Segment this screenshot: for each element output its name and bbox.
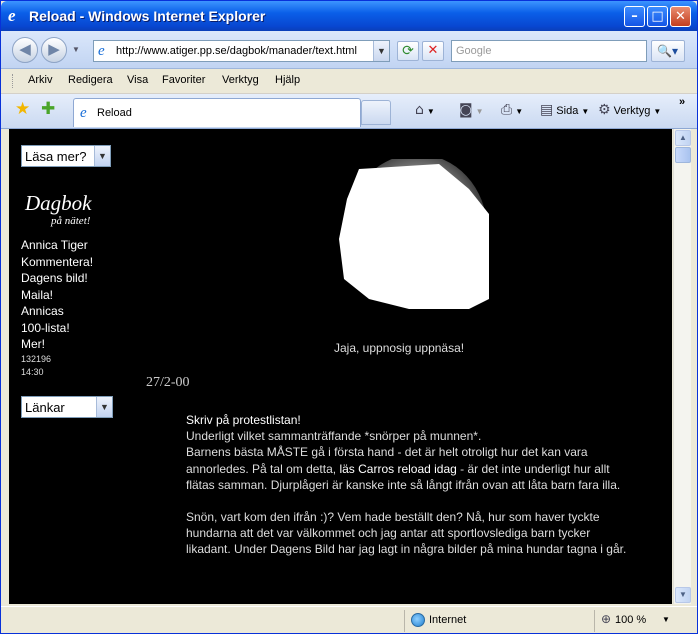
side-nav: Annica Tiger Kommentera! Dagens bild! Ma…: [21, 237, 93, 379]
address-dropdown-icon[interactable]: ▼: [373, 41, 389, 61]
internet-explorer-icon: e: [8, 6, 16, 25]
photo-caption: Jaja, uppnosig uppnäsa!: [334, 341, 465, 355]
menu-visa[interactable]: Visa: [127, 74, 148, 86]
zoom-dropdown-icon[interactable]: ▼: [662, 615, 670, 624]
print-button[interactable]: ⎙ ▼: [501, 102, 523, 118]
browser-window: e Reload - Windows Internet Explorer – □…: [0, 0, 698, 634]
links-value: Länkar: [25, 400, 65, 415]
home-icon: ⌂: [415, 102, 424, 118]
zoom-level[interactable]: 100 %: [615, 614, 646, 626]
logo-title: Dagbok: [25, 191, 92, 215]
nav-link-annicas[interactable]: Annicas: [21, 303, 93, 320]
scroll-thumb[interactable]: [675, 147, 691, 163]
address-field[interactable]: e http://www.atiger.pp.se/dagbok/manader…: [93, 40, 390, 62]
menu-favoriter[interactable]: Favoriter: [162, 74, 205, 86]
home-button[interactable]: ⌂ ▼: [415, 102, 435, 118]
chevron-down-icon[interactable]: ▼: [96, 397, 112, 417]
logo-subtitle: på nätet!: [51, 215, 91, 227]
menu-verktyg[interactable]: Verktyg: [222, 74, 259, 86]
page-menu-button[interactable]: ▤ Sida ▼: [540, 102, 589, 118]
stop-button[interactable]: ✕: [422, 41, 444, 61]
tab-bar: ★ ✚ e Reload ⌂ ▼ ◙ ▼ ⎙ ▼ ▤ Sida ▼ ⚙ Verktyg ▼…: [1, 94, 697, 129]
toolbar-grip[interactable]: [12, 74, 15, 88]
scroll-down-button[interactable]: ▼: [675, 587, 691, 603]
tab-page-icon: e: [80, 105, 87, 121]
search-button[interactable]: 🔍▾: [651, 40, 685, 62]
window-title: Reload - Windows Internet Explorer: [29, 8, 266, 24]
read-more-value: Läsa mer?: [25, 149, 87, 164]
visitor-counter: 132196: [21, 353, 52, 364]
tab-reload[interactable]: e Reload: [73, 98, 361, 127]
zoom-icon[interactable]: ⊕: [601, 612, 611, 626]
search-placeholder: Google: [456, 45, 492, 57]
feeds-icon: ◙: [459, 102, 473, 118]
links-select[interactable]: Länkar ▼: [21, 396, 113, 418]
entry-date: 27/2-00: [146, 375, 190, 390]
nav-link-dagens-bild[interactable]: Dagens bild!: [21, 270, 93, 287]
globe-icon: [411, 613, 425, 627]
maximize-button[interactable]: □: [647, 6, 668, 27]
title-bar[interactable]: e Reload - Windows Internet Explorer – □…: [1, 1, 697, 31]
page-icon: ▤: [540, 102, 554, 118]
close-button[interactable]: ✕: [670, 6, 691, 27]
nav-link-annica-tiger[interactable]: Annica Tiger: [21, 237, 93, 254]
forward-button[interactable]: ▶: [41, 37, 67, 63]
menu-hjalp[interactable]: Hjälp: [275, 74, 300, 86]
status-divider: [404, 610, 405, 632]
page-viewport: Läsa mer? ▼ Dagbok på nätet! Annica Tige…: [9, 129, 672, 604]
minimize-button[interactable]: –: [624, 6, 645, 27]
gear-icon: ⚙: [598, 102, 611, 118]
print-icon: ⎙: [501, 102, 513, 118]
menu-redigera[interactable]: Redigera: [68, 74, 113, 86]
status-bar: Internet ⊕ 100 % ▼: [1, 606, 697, 633]
status-divider: [594, 610, 595, 632]
menu-bar: Arkiv Redigera Visa Favoriter Verktyg Hj…: [1, 69, 697, 94]
read-more-select[interactable]: Läsa mer? ▼: [21, 145, 111, 167]
favorites-star-icon[interactable]: ★: [15, 101, 30, 118]
diary-entry: Skriv på protestlistan! Underligt vilket…: [186, 412, 636, 574]
refresh-button[interactable]: ⟳: [397, 41, 419, 61]
security-zone: Internet: [429, 614, 467, 626]
feeds-button[interactable]: ◙ ▼: [459, 102, 484, 118]
vertical-scrollbar[interactable]: ▲ ▼: [673, 129, 691, 604]
new-tab-button[interactable]: [361, 100, 391, 125]
dog-photo: [339, 159, 491, 317]
entry-paragraph: Snön, vart kom den ifrån :)? Vem hade be…: [186, 510, 627, 557]
back-button[interactable]: ◀: [12, 37, 38, 63]
address-toolbar: ◀ ▶ ▼ e http://www.atiger.pp.se/dagbok/m…: [1, 31, 697, 69]
protest-link[interactable]: Skriv på protestlistan!: [186, 412, 636, 428]
search-input[interactable]: Google: [451, 40, 647, 62]
more-commands-icon[interactable]: »: [679, 96, 685, 108]
carros-reload-link[interactable]: läs Carros reload idag: [339, 462, 456, 476]
menu-arkiv[interactable]: Arkiv: [28, 74, 52, 86]
chevron-down-icon[interactable]: ▼: [94, 146, 110, 166]
page-menu-label: Sida: [556, 105, 579, 117]
url-text[interactable]: http://www.atiger.pp.se/dagbok/manader/t…: [116, 45, 357, 57]
tools-menu-button[interactable]: ⚙ Verktyg ▼: [598, 102, 661, 118]
page-icon: e: [98, 43, 105, 59]
nav-link-kommentera[interactable]: Kommentera!: [21, 254, 93, 271]
entry-line: Underligt vilket sammanträffande *snörpe…: [186, 429, 482, 444]
time-stamp: 14:30: [21, 366, 44, 377]
tab-label: Reload: [97, 107, 132, 119]
nav-link-maila[interactable]: Maila!: [21, 287, 93, 304]
nav-link-mer[interactable]: Mer!: [21, 336, 93, 353]
add-favorites-icon[interactable]: ✚: [41, 101, 55, 118]
nav-link-100-lista[interactable]: 100-lista!: [21, 320, 93, 337]
tools-menu-label: Verktyg: [613, 105, 651, 117]
history-dropdown-icon[interactable]: ▼: [72, 45, 80, 54]
scroll-up-button[interactable]: ▲: [675, 130, 691, 146]
